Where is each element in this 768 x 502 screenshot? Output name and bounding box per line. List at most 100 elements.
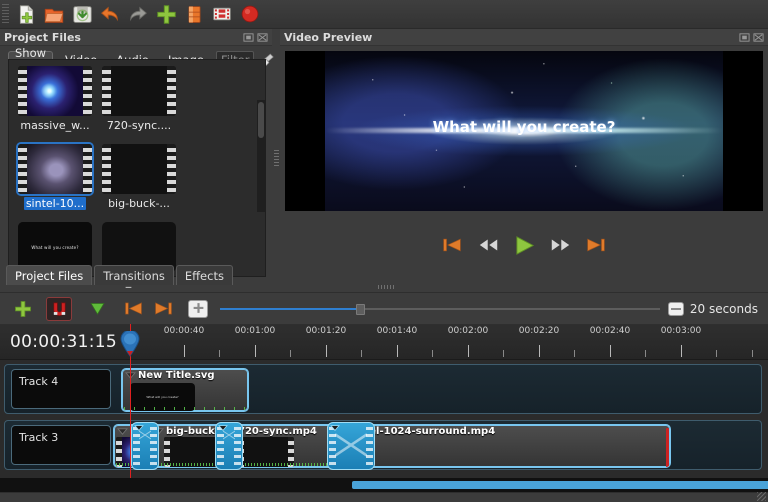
rewind-button[interactable]	[477, 235, 499, 255]
timeline-zoom-area	[176, 300, 668, 318]
list-item[interactable]: 720-sync....	[98, 66, 180, 140]
play-icon	[514, 236, 535, 255]
clip-audio-waveform	[124, 407, 246, 410]
film-icon	[211, 4, 233, 24]
timeline-timecode: 00:00:31:15	[10, 332, 117, 352]
slider-handle[interactable]	[356, 304, 365, 315]
scrollbar-thumb[interactable]	[258, 102, 264, 138]
film-perforation-right	[83, 66, 92, 116]
play-button[interactable]	[513, 235, 535, 255]
record-circle-icon	[240, 4, 260, 24]
file-name-label: 720-sync....	[107, 119, 171, 132]
status-bar	[0, 492, 768, 502]
film-perforation-left	[18, 66, 27, 116]
file-name-label: sintel-10...	[24, 197, 86, 210]
profile-icon	[185, 4, 204, 25]
chevron-down-icon[interactable]	[117, 427, 128, 436]
window-resize-grip[interactable]	[757, 492, 766, 501]
project-files-list[interactable]: massive_w... 720-sync.... sintel-10...	[8, 59, 266, 277]
open-project-button[interactable]	[40, 1, 68, 27]
openshot-window: Project Files Show All Video Audio Image…	[0, 0, 768, 502]
tab-effects[interactable]: Effects	[176, 265, 233, 285]
transition-x-icon	[139, 429, 151, 441]
list-item[interactable]: sintel-10...	[14, 144, 96, 218]
undo-button[interactable]	[96, 1, 124, 27]
clip-overlay-text: What will you create?	[146, 395, 178, 399]
film-perforation-left	[18, 144, 27, 194]
video-preview-screen[interactable]: What will you create?	[285, 51, 763, 211]
file-thumbnail[interactable]	[102, 144, 176, 194]
float-panel-icon[interactable]	[243, 32, 254, 43]
choose-profile-button[interactable]	[180, 1, 208, 27]
import-files-button[interactable]	[152, 1, 180, 27]
record-button[interactable]	[236, 1, 264, 27]
film-perforation-left	[102, 66, 111, 116]
playback-controls	[285, 215, 763, 275]
magnet-icon	[51, 300, 68, 317]
tab-project-files[interactable]: Project Files	[6, 265, 92, 285]
timeline-horizontal-scrollbar[interactable]	[0, 478, 768, 492]
ruler-label: 00:03:00	[661, 326, 701, 336]
plus-icon	[14, 300, 32, 318]
previous-marker-button[interactable]	[120, 297, 146, 321]
timeline-track-4[interactable]: Track 4 New Title.svg What will you crea…	[4, 364, 762, 414]
timeline-zoom-slider[interactable]	[220, 301, 660, 317]
new-project-button[interactable]	[12, 1, 40, 27]
file-thumbnail[interactable]	[18, 144, 92, 194]
ruler-tick-minor	[361, 350, 362, 357]
ruler-tick-major	[397, 345, 398, 357]
add-track-button[interactable]	[10, 297, 36, 321]
ruler-label: 00:02:00	[448, 326, 488, 336]
video-preview-panel: Video Preview What will you create?	[280, 29, 768, 285]
save-project-button[interactable]	[68, 1, 96, 27]
next-marker-button[interactable]	[150, 297, 176, 321]
timeline-transition[interactable]	[215, 422, 243, 470]
ruler-tick-major	[468, 345, 469, 357]
close-panel-icon[interactable]	[257, 32, 268, 43]
ruler-tick-minor	[574, 350, 575, 357]
panel-splitter-vertical[interactable]	[274, 150, 279, 166]
close-panel-icon[interactable]	[753, 32, 764, 43]
redo-button[interactable]	[124, 1, 152, 27]
toolbar-grip[interactable]	[2, 4, 9, 24]
transition-x-icon	[223, 429, 235, 441]
jump-to-start-button[interactable]	[441, 235, 463, 255]
timeline-transition[interactable]	[131, 422, 159, 470]
ruler-tick-minor	[219, 350, 220, 357]
video-preview-title-label: Video Preview	[284, 31, 372, 44]
scrollbar-thumb[interactable]	[352, 481, 768, 489]
razor-tool-button[interactable]	[84, 297, 110, 321]
ruler-tick-major	[184, 345, 185, 357]
track-label: Track 4	[19, 375, 58, 388]
next-marker-icon	[154, 301, 173, 316]
ruler-tick-minor	[645, 350, 646, 357]
list-item[interactable]: massive_w...	[14, 66, 96, 140]
zoom-level-icon	[668, 302, 684, 316]
timeline-track-3[interactable]: Track 3 m... big-buck-	[4, 420, 762, 470]
timeline-ruler[interactable]: 00:00:31:15 00:00:40 00:01:00 00:01:20 0…	[0, 324, 768, 360]
timeline-zoom-label: 20 seconds	[690, 302, 758, 316]
ruler-tick-major	[326, 345, 327, 357]
fast-forward-button[interactable]	[549, 235, 571, 255]
timeline-clip[interactable]: sintel-1024-surround.mp4	[331, 424, 671, 468]
jump-to-end-button[interactable]	[585, 235, 607, 255]
fast-forward-icon	[551, 238, 570, 252]
snapping-toggle[interactable]	[46, 297, 72, 321]
file-thumbnail[interactable]	[18, 66, 92, 116]
timeline-clip[interactable]: New Title.svg What will you create?	[121, 368, 249, 412]
float-panel-icon[interactable]	[739, 32, 750, 43]
list-item[interactable]: big-buck-...	[98, 144, 180, 218]
project-files-scrollbar[interactable]	[257, 100, 265, 212]
timeline-zoom-label-group: 20 seconds	[668, 302, 768, 316]
export-video-button[interactable]	[208, 1, 236, 27]
tab-transitions[interactable]: Transitions	[94, 265, 174, 285]
track-header[interactable]: Track 3	[11, 425, 111, 465]
ruler-tick-minor	[290, 350, 291, 357]
file-thumbnail[interactable]	[102, 66, 176, 116]
track-header[interactable]: Track 4	[11, 369, 111, 409]
new-file-icon	[16, 4, 37, 25]
plus-icon	[156, 4, 177, 25]
timeline-transition[interactable]	[327, 422, 375, 470]
playhead-handle[interactable]	[119, 331, 141, 357]
center-playhead-button[interactable]	[188, 300, 208, 318]
